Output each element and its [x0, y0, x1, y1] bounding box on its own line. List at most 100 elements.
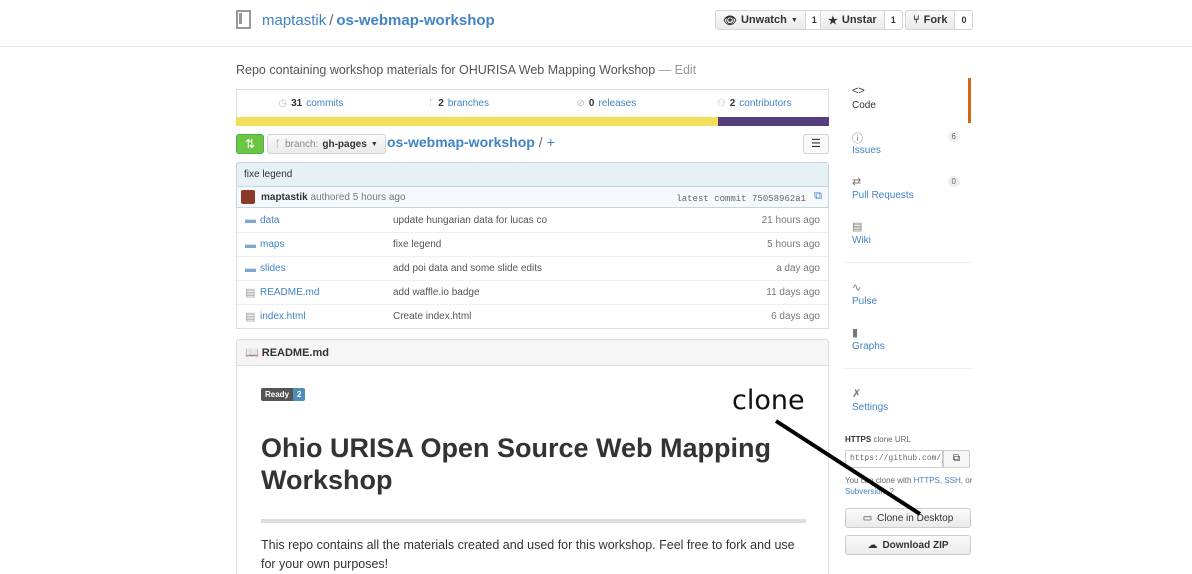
- issue-icon: ⓘ: [852, 133, 863, 145]
- clone-help-or: or: [965, 476, 973, 485]
- unwatch-label: Unwatch: [740, 14, 787, 26]
- help-icon[interactable]: ?: [889, 487, 893, 496]
- clone-protocol: HTTPS: [845, 435, 872, 444]
- breadcrumb: os-webmap-workshop / +: [387, 134, 555, 150]
- nav-graphs[interactable]: ▮ Graphs: [845, 319, 971, 364]
- branch-selector[interactable]: ᚴ branch: gh-pages ▼: [267, 134, 386, 154]
- contributors-stat[interactable]: ⚇ 2 contributors: [680, 90, 828, 117]
- unwatch-button[interactable]: 👁 Unwatch ▼: [715, 10, 806, 30]
- contributors-label: contributors: [739, 98, 792, 109]
- tag-icon: ⊘: [576, 98, 585, 109]
- folder-icon: ▬: [245, 238, 256, 251]
- clipboard-icon[interactable]: ⧉: [814, 190, 822, 203]
- branch-icon: ᚴ: [275, 138, 281, 150]
- readme-divider: [261, 519, 806, 523]
- nav-divider: [845, 262, 971, 274]
- nav-pulse-label: Pulse: [852, 296, 878, 307]
- branches-stat[interactable]: ᚴ 2 branches: [385, 90, 533, 117]
- latest-commit-meta: maptastik authored 5 hours ago latest co…: [236, 187, 829, 208]
- nav-code[interactable]: <> Code: [845, 78, 971, 123]
- file-name-link[interactable]: index.html: [260, 311, 306, 322]
- new-file-button[interactable]: +: [547, 134, 555, 150]
- eye-icon: 👁: [723, 14, 737, 27]
- download-zip-button[interactable]: ☁ Download ZIP: [845, 535, 971, 555]
- file-commit-message[interactable]: Create index.html: [393, 311, 471, 322]
- nav-issues[interactable]: ⓘ Issues 6: [845, 123, 971, 168]
- repo-header: maptastik / os-webmap-workshop 👁 Unwatch ▼…: [0, 0, 1192, 47]
- commits-stat[interactable]: ◷ 31 commits: [237, 90, 385, 117]
- commit-sha-link[interactable]: 75058962a1: [752, 194, 806, 204]
- star-count[interactable]: 1: [884, 10, 903, 30]
- repo-description: Repo containing workshop materials for O…: [236, 63, 696, 77]
- repo-name-link[interactable]: os-webmap-workshop: [336, 12, 494, 29]
- contributors-count: 2: [729, 98, 736, 109]
- file-row: ▬ slides add poi data and some slide edits…: [237, 256, 828, 280]
- description-edit-link[interactable]: — Edit: [659, 63, 697, 77]
- repo-owner-link[interactable]: maptastik: [262, 12, 326, 29]
- file-name-link[interactable]: slides: [260, 263, 286, 274]
- file-commit-message[interactable]: update hungarian data for lucas co: [393, 215, 547, 226]
- file-icon: ▤: [245, 287, 256, 299]
- releases-stat[interactable]: ⊘ 0 releases: [533, 90, 681, 117]
- language-bar[interactable]: [236, 117, 829, 126]
- file-name-link[interactable]: data: [260, 215, 279, 226]
- file-name-link[interactable]: maps: [260, 239, 284, 250]
- file-name-link[interactable]: README.md: [260, 287, 319, 298]
- file-age: 11 days ago: [766, 287, 820, 298]
- fork-button[interactable]: ⑂ Fork: [905, 10, 956, 30]
- clone-https-link[interactable]: HTTPS: [914, 476, 940, 485]
- clone-subversion-link[interactable]: Subversion: [845, 487, 885, 496]
- clone-help: You can clone with HTTPS, SSH, or Subver…: [845, 476, 973, 496]
- file-commit-message[interactable]: add poi data and some slide edits: [393, 263, 542, 274]
- repo-sidenav: <> Code ⓘ Issues 6 ⇄ Pull Requests 0 ▤ W…: [845, 78, 971, 425]
- commit-author: maptastik authored 5 hours ago: [261, 192, 406, 203]
- commit-author-link[interactable]: maptastik: [261, 192, 308, 203]
- releases-count: 0: [588, 98, 595, 109]
- file-navigation: ⇅ ᚴ branch: gh-pages ▼ os-webmap-worksho…: [236, 134, 829, 154]
- latest-commit-label: latest commit: [676, 194, 747, 204]
- file-commit-message[interactable]: fixe legend: [393, 239, 441, 250]
- clone-in-desktop-button[interactable]: ▭ Clone in Desktop: [845, 508, 971, 528]
- clone-copy-button[interactable]: ⧉: [943, 450, 970, 468]
- caret-down-icon: ▼: [790, 16, 798, 24]
- nav-settings[interactable]: ✗ Settings: [845, 380, 971, 425]
- graph-icon: ▮: [852, 327, 859, 339]
- pull-request-icon: ⇄: [852, 176, 862, 188]
- folder-icon: ▬: [245, 262, 256, 275]
- branch-icon: ᚴ: [428, 98, 435, 109]
- latest-commit-title[interactable]: fixe legend: [236, 162, 829, 187]
- list-view-button[interactable]: ☰: [803, 134, 829, 154]
- history-icon: ◷: [278, 98, 288, 109]
- fork-count[interactable]: 0: [955, 10, 974, 30]
- clone-ssh-link[interactable]: SSH: [944, 476, 960, 485]
- readme-header: 📖 README.md: [236, 339, 829, 366]
- list-icon: ☰: [811, 138, 821, 150]
- avatar[interactable]: [241, 190, 255, 204]
- file-list: ▬ data update hungarian data for lucas co 2…: [236, 208, 829, 329]
- waffle-badge[interactable]: Ready 2: [261, 388, 306, 401]
- annotation-label: clone: [732, 385, 805, 416]
- watch-group: 👁 Unwatch ▼ 1: [715, 10, 824, 30]
- nav-pull-requests[interactable]: ⇄ Pull Requests 0: [845, 168, 971, 213]
- breadcrumb-repo-link[interactable]: os-webmap-workshop: [387, 134, 535, 150]
- clone-url-input[interactable]: https://github.com/: [845, 450, 943, 468]
- people-icon: ⚇: [716, 98, 726, 109]
- compare-button[interactable]: ⇅: [236, 134, 264, 154]
- description-text: Repo containing workshop materials for O…: [236, 63, 656, 77]
- nav-pull-requests-label: Pull Requests: [852, 190, 914, 201]
- unstar-button[interactable]: ★ Unstar: [820, 10, 885, 30]
- nav-pulse[interactable]: ∿ Pulse: [845, 274, 971, 319]
- nav-wiki[interactable]: ▤ Wiki: [845, 213, 971, 258]
- star-group: ★ Unstar 1: [820, 10, 903, 30]
- clone-help-prefix: You can clone with: [845, 476, 912, 485]
- branch-name: gh-pages: [322, 138, 367, 150]
- pulse-icon: ∿: [852, 282, 862, 294]
- nav-divider: [845, 368, 971, 380]
- fork-group: ⑂ Fork 0: [905, 10, 974, 30]
- book-icon: 📖: [245, 347, 259, 359]
- file-commit-message[interactable]: add waffle.io badge: [393, 287, 480, 298]
- file-row: ▤ README.md add waffle.io badge 11 days ago: [237, 280, 828, 304]
- branches-count: 2: [438, 98, 444, 109]
- badge-value: 2: [293, 388, 306, 401]
- commit-sha: latest commit 75058962a1: [676, 194, 806, 204]
